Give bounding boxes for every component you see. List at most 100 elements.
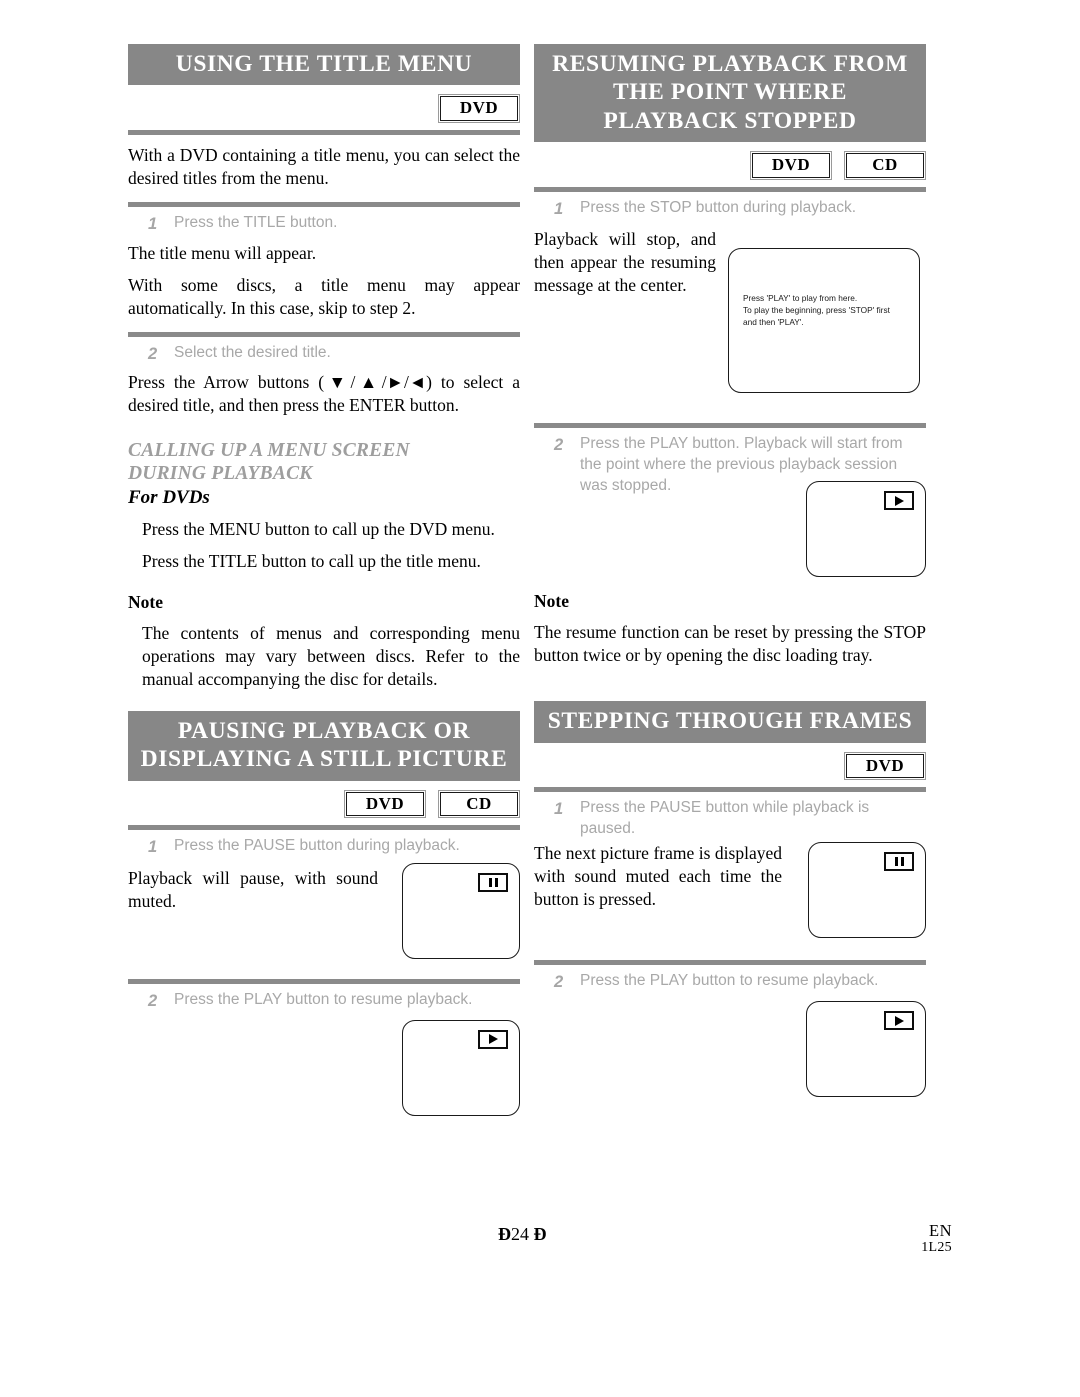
badge-row: DVD	[534, 751, 926, 781]
note-label: Note	[128, 591, 163, 612]
disc-badge-label: DVD	[440, 96, 518, 122]
subsection-line: Press the MENU button to call up the DVD…	[142, 519, 495, 540]
step-label: Press the STOP button during playback.	[580, 198, 857, 216]
section-stepping-through-frames: STEPPING THROUGH FRAMES DVD 1 Press the …	[534, 701, 926, 1098]
footer-dash-right: Ð	[533, 1224, 547, 1244]
play-icon	[884, 491, 914, 511]
subsection-calling-up-menu-screen: CALLING UP A MENU SCREEN DURING PLAYBACK…	[128, 439, 520, 690]
section-pausing-playback: PAUSING PLAYBACK OR DISPLAYING A STILL P…	[128, 710, 520, 1116]
step-item: 2 Press the PLAY button to resume playba…	[128, 990, 520, 1012]
step-body-text: With some discs, a title menu may appear…	[128, 274, 520, 318]
disc-badge-label: CD	[846, 153, 924, 178]
disc-badge-cd: CD	[844, 151, 926, 180]
disc-badge-label: DVD	[752, 153, 830, 178]
tv-message-line: To play the beginning, press 'STOP' firs…	[743, 305, 890, 316]
badge-row: DVD	[128, 94, 520, 124]
banner-line: PAUSING PLAYBACK OR	[177, 717, 471, 744]
separator-rule	[534, 186, 926, 192]
subsection-subheading: For DVDs	[128, 487, 210, 509]
step-label: Press the PLAY button to resume playback…	[580, 972, 879, 990]
subsection-heading-line: DURING PLAYBACK	[128, 463, 313, 485]
disc-badge-cd: CD	[438, 789, 520, 819]
banner-line: STEPPING THROUGH FRAMES	[547, 708, 913, 735]
banner-line: USING THE TITLE MENU	[175, 51, 473, 77]
step-item: 1 Press the STOP button during playback.	[534, 198, 926, 220]
step-body-text: The title menu will appear.	[128, 242, 317, 263]
section-banner: PAUSING PLAYBACK OR DISPLAYING A STILL P…	[128, 710, 520, 781]
subsection-heading: CALLING UP A MENU SCREEN DURING PLAYBACK	[128, 439, 520, 485]
disc-badge-label: CD	[440, 791, 518, 817]
play-icon	[478, 1029, 508, 1049]
step-label: Press the PAUSE button during playback.	[174, 837, 460, 855]
step-item: 2 Select the desired title.	[128, 343, 520, 365]
step-item: 1 Press the PAUSE button while playback …	[534, 798, 926, 840]
step-body-text: Press the Arrow buttons (▼/▲/►/◄) to sel…	[128, 372, 520, 416]
right-column: RESUMING PLAYBACK FROM THE POINT WHERE P…	[534, 44, 926, 1098]
tv-screen-illustration	[402, 862, 520, 959]
tv-screen-illustration: Press 'PLAY' to play from here. To play …	[728, 248, 920, 394]
footer-doc-code: 1L25	[921, 1240, 952, 1256]
note-label: Note	[534, 591, 569, 612]
badge-row: DVD CD	[128, 789, 520, 819]
footer-number: 24	[511, 1224, 529, 1244]
disc-badge-dvd: DVD	[750, 151, 832, 180]
section-banner: USING THE TITLE MENU	[128, 44, 520, 86]
separator-rule	[534, 423, 926, 429]
step-label: Select the desired title.	[174, 343, 331, 361]
section-using-title-menu: USING THE TITLE MENU DVD With a DVD cont…	[128, 44, 520, 417]
step-number: 2	[148, 344, 158, 363]
step-item: 1 Press the PAUSE button during playback…	[128, 836, 520, 858]
step-number: 2	[554, 973, 564, 992]
banner-line: DISPLAYING A STILL PICTURE	[140, 746, 508, 773]
separator-rule	[128, 202, 520, 208]
banner-line: THE POINT WHERE	[612, 79, 848, 106]
separator-rule	[128, 978, 520, 984]
step-body-with-screen: The next picture frame is displayed with…	[534, 842, 926, 939]
step-label: Press the TITLE button.	[174, 214, 338, 232]
badge-row: DVD CD	[534, 151, 926, 180]
separator-rule	[534, 787, 926, 793]
pause-icon	[884, 852, 914, 872]
tv-screen-illustration	[402, 1019, 520, 1116]
section-intro-text: With a DVD containing a title menu, you …	[128, 145, 520, 189]
tv-screen-illustration	[806, 1001, 926, 1098]
separator-rule	[128, 130, 520, 136]
pause-icon	[478, 872, 508, 892]
disc-badge-label: DVD	[846, 753, 924, 779]
step-number: 2	[148, 991, 158, 1010]
subsection-line: Press the TITLE button to call up the ti…	[142, 551, 481, 572]
disc-badge-label: DVD	[346, 791, 424, 817]
subsection-heading-line: CALLING UP A MENU SCREEN	[128, 440, 410, 462]
separator-rule	[534, 960, 926, 966]
separator-rule	[128, 331, 520, 337]
play-icon	[884, 1011, 914, 1031]
tv-message-line: Press 'PLAY' to play from here.	[743, 293, 858, 304]
section-banner: RESUMING PLAYBACK FROM THE POINT WHERE P…	[534, 44, 926, 143]
step-screen-block	[534, 1001, 926, 1098]
footer-language: EN	[929, 1221, 952, 1240]
tv-screen-illustration	[808, 842, 926, 939]
footer-meta: EN 1L25	[921, 1221, 952, 1256]
step-body-text: The next picture frame is displayed with…	[534, 843, 782, 910]
banner-line: RESUMING PLAYBACK FROM	[552, 51, 908, 77]
step-number: 1	[148, 215, 158, 234]
tv-screen-illustration	[806, 481, 926, 578]
step-screen-block	[128, 1019, 520, 1116]
step-body-with-screen: Playback will pause, with sound muted.	[128, 862, 520, 959]
step-number: 1	[554, 800, 564, 819]
left-column: USING THE TITLE MENU DVD With a DVD cont…	[128, 44, 520, 1116]
note-text: The contents of menus and corresponding …	[142, 622, 520, 689]
step-label: Press the PLAY button to resume playback…	[174, 990, 473, 1008]
step-item: 1 Press the TITLE button.	[128, 213, 520, 235]
step-number: 1	[554, 199, 564, 218]
separator-rule	[128, 825, 520, 831]
tv-screen-message: Press 'PLAY' to play from here. To play …	[743, 293, 911, 329]
banner-line: PLAYBACK STOPPED	[603, 107, 857, 134]
footer-page-number: Ð24 Ð	[498, 1224, 547, 1245]
step-label: Press the PAUSE button while playback is…	[580, 799, 870, 838]
footer-dash-left: Ð	[498, 1224, 511, 1244]
manual-page: USING THE TITLE MENU DVD With a DVD cont…	[0, 0, 1080, 1397]
tv-message-line: and then 'PLAY'.	[743, 317, 804, 328]
step-number: 2	[554, 436, 564, 455]
step-number: 1	[148, 838, 158, 857]
